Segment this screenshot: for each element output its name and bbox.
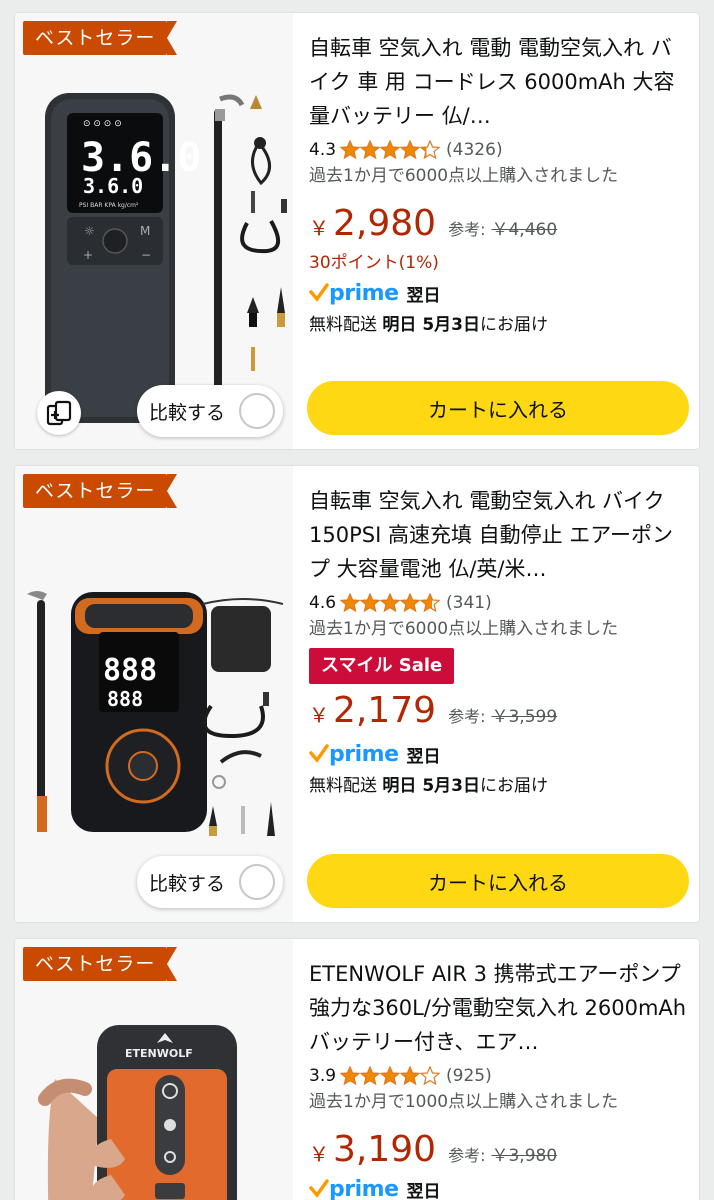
currency-symbol: ￥ — [309, 1142, 329, 1166]
prime-logo: prime — [309, 742, 399, 767]
svg-text:PSI BAR KPA kg/cm²: PSI BAR KPA kg/cm² — [79, 202, 139, 209]
price: 2,179 — [333, 690, 437, 731]
prime-logo: prime — [309, 281, 399, 306]
star-rating — [340, 1066, 441, 1086]
svg-text:+: + — [83, 248, 93, 262]
compare-checkbox[interactable] — [239, 393, 275, 429]
star-icon — [380, 1066, 401, 1086]
rating-row[interactable]: 3.9 (925) — [309, 1063, 687, 1089]
rating-row[interactable]: 4.3 (4326) — [309, 137, 687, 163]
prime-logo: prime — [309, 1177, 399, 1200]
shipping-info: 無料配送 明日 5月3日にお届け — [309, 315, 548, 335]
shipping-info: 無料配送 明日 5月3日にお届け — [309, 776, 548, 796]
star-icon — [340, 140, 361, 160]
star-icon — [380, 140, 401, 160]
svg-text:⊙ ⊙ ⊙ ⊙: ⊙ ⊙ ⊙ ⊙ — [83, 119, 122, 129]
bestseller-badge: ベストセラー — [23, 947, 178, 981]
rating-value: 4.6 — [309, 593, 337, 613]
star-icon — [400, 593, 421, 613]
price-row: ￥ 2,980 参考: ￥4,460 — [309, 203, 687, 247]
product-card-3[interactable]: ETENWOLF ベストセラー ETENWOLF AIR 3 携帯式エアーポンプ… — [14, 938, 700, 1200]
prime-delivery: 翌日 — [406, 285, 441, 306]
add-to-cart-button[interactable]: カートに入れる — [307, 854, 689, 908]
prime-check-icon — [309, 744, 329, 763]
product-image-3[interactable]: ETENWOLF ベストセラー — [15, 939, 293, 1200]
product-title[interactable]: 自転車 空気入れ 電動空気入れ バイク150PSI 高速充填 自動停止 エアーポ… — [309, 484, 687, 586]
compare-toggle[interactable]: 比較する — [137, 856, 283, 908]
review-count[interactable]: (4326) — [446, 140, 503, 160]
star-icon — [400, 1066, 421, 1086]
ref-price-label: 参考: — [448, 220, 486, 239]
prime-delivery: 翌日 — [406, 1181, 441, 1200]
compare-label: 比較する — [149, 872, 226, 895]
star-rating — [340, 140, 441, 160]
currency-symbol: ￥ — [309, 216, 329, 240]
points: 30ポイント(1%) — [309, 253, 439, 273]
product-card-2[interactable]: 888 888 ベストセラー 比較する 自転車 空気入れ 電動空気入れ バイク1… — [14, 465, 700, 923]
svg-text:888: 888 — [107, 687, 143, 711]
rating-value: 4.3 — [309, 140, 337, 160]
prime-row: prime 翌日 — [309, 1173, 687, 1200]
prime-delivery: 翌日 — [406, 746, 441, 767]
compare-toggle[interactable]: 比較する — [137, 385, 283, 437]
product-card-1[interactable]: ⊙ ⊙ ⊙ ⊙ 3.6.0 3.6.0 PSI BAR KPA kg/cm² ☼… — [14, 12, 700, 450]
ref-price: ￥4,460 — [491, 220, 558, 240]
svg-text:888: 888 — [103, 653, 157, 688]
star-icon — [400, 140, 421, 160]
price: 2,980 — [333, 203, 437, 244]
star-icon — [360, 1066, 381, 1086]
add-to-cart-button[interactable]: カートに入れる — [307, 381, 689, 435]
prime-check-icon — [309, 283, 329, 302]
product-title[interactable]: 自転車 空気入れ 電動 電動空気入れ バイク 車 用 コードレス 6000mAh… — [309, 31, 687, 133]
currency-symbol: ￥ — [309, 703, 329, 727]
star-icon — [340, 593, 361, 613]
star-icon — [340, 1066, 361, 1086]
star-icon — [420, 140, 441, 160]
bought-count: 過去1か月で6000点以上購入されました — [309, 166, 619, 186]
bestseller-badge: ベストセラー — [23, 474, 178, 508]
svg-text:M: M — [140, 224, 150, 238]
compare-checkbox[interactable] — [239, 864, 275, 900]
star-icon — [360, 593, 381, 613]
inflator-illustration-2: 888 888 — [27, 591, 284, 836]
ref-price-label: 参考: — [448, 707, 486, 726]
compare-label: 比較する — [149, 401, 226, 424]
rating-row[interactable]: 4.6 (341) — [309, 590, 687, 616]
svg-text:☼: ☼ — [84, 224, 95, 238]
review-count[interactable]: (925) — [446, 1066, 492, 1086]
price-row: ￥ 3,190 参考: ￥3,980 — [309, 1129, 687, 1173]
prime-check-icon — [309, 1179, 329, 1198]
star-icon — [420, 1066, 441, 1086]
device-brand-text: ETENWOLF — [125, 1047, 193, 1060]
bought-count: 過去1か月で1000点以上購入されました — [309, 1092, 619, 1112]
star-rating — [340, 593, 441, 613]
compare-cards-icon[interactable] — [37, 391, 81, 435]
display-sub-1: 3.6.0 — [83, 174, 143, 198]
bought-count: 過去1か月で6000点以上購入されました — [309, 619, 619, 639]
price-row: ￥ 2,179 参考: ￥3,599 — [309, 690, 687, 734]
review-count[interactable]: (341) — [446, 593, 492, 613]
rating-value: 3.9 — [309, 1066, 337, 1086]
sale-badge: スマイル Sale — [309, 648, 455, 684]
star-icon — [380, 593, 401, 613]
product-image-2[interactable]: 888 888 ベストセラー 比較する — [15, 466, 293, 922]
price: 3,190 — [333, 1129, 437, 1170]
bestseller-badge: ベストセラー — [23, 21, 178, 55]
ref-price-label: 参考: — [448, 1146, 486, 1165]
svg-text:−: − — [141, 248, 151, 262]
ref-price: ￥3,980 — [491, 1146, 558, 1166]
ref-price: ￥3,599 — [491, 707, 558, 727]
product-info-3: ETENWOLF AIR 3 携帯式エアーポンプ 強力な360L/分電動空気入れ… — [309, 939, 687, 1200]
product-title[interactable]: ETENWOLF AIR 3 携帯式エアーポンプ 強力な360L/分電動空気入れ… — [309, 957, 687, 1059]
prime-row: prime 翌日 — [309, 277, 687, 309]
star-icon — [360, 140, 381, 160]
product-image-1[interactable]: ⊙ ⊙ ⊙ ⊙ 3.6.0 3.6.0 PSI BAR KPA kg/cm² ☼… — [15, 13, 293, 449]
prime-row: prime 翌日 — [309, 738, 687, 770]
product-info-1: 自転車 空気入れ 電動 電動空気入れ バイク 車 用 コードレス 6000mAh… — [309, 13, 687, 341]
star-icon — [420, 593, 441, 613]
product-info-2: 自転車 空気入れ 電動空気入れ バイク150PSI 高速充填 自動停止 エアーポ… — [309, 466, 687, 802]
